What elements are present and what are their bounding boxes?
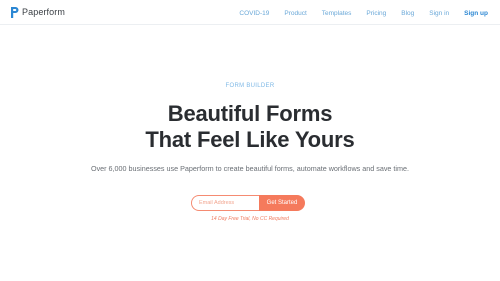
nav-link-product[interactable]: Product bbox=[284, 10, 306, 17]
nav-link-sign-in[interactable]: Sign in bbox=[429, 10, 449, 17]
brand-name: Paperform bbox=[22, 7, 65, 17]
hero-headline-line2: That Feel Like Yours bbox=[145, 127, 355, 152]
hero-eyebrow: FORM BUILDER bbox=[225, 83, 275, 89]
hero-section: FORM BUILDER Beautiful Forms That Feel L… bbox=[0, 25, 500, 281]
main-nav: COVID-19 Product Templates Pricing Blog … bbox=[224, 7, 488, 19]
top-navbar: Paperform COVID-19 Product Templates Pri… bbox=[0, 0, 500, 25]
nav-link-sign-up[interactable]: Sign up bbox=[464, 10, 488, 17]
hero-subtext: Over 6,000 businesses use Paperform to c… bbox=[90, 164, 409, 173]
email-field[interactable] bbox=[191, 195, 259, 211]
brand-logo[interactable]: Paperform bbox=[10, 4, 65, 20]
paperform-logo-icon bbox=[10, 6, 19, 19]
trial-note: 14 Day Free Trial, No CC Required bbox=[211, 216, 289, 222]
nav-link-pricing[interactable]: Pricing bbox=[366, 10, 386, 17]
nav-link-templates[interactable]: Templates bbox=[322, 10, 352, 17]
hero-headline-line1: Beautiful Forms bbox=[167, 101, 333, 126]
nav-link-covid[interactable]: COVID-19 bbox=[239, 10, 269, 17]
nav-link-blog[interactable]: Blog bbox=[401, 10, 414, 17]
email-signup-form: Get Started bbox=[191, 195, 305, 211]
hero-headline: Beautiful Forms That Feel Like Yours bbox=[0, 101, 500, 153]
get-started-button[interactable]: Get Started bbox=[259, 195, 305, 211]
